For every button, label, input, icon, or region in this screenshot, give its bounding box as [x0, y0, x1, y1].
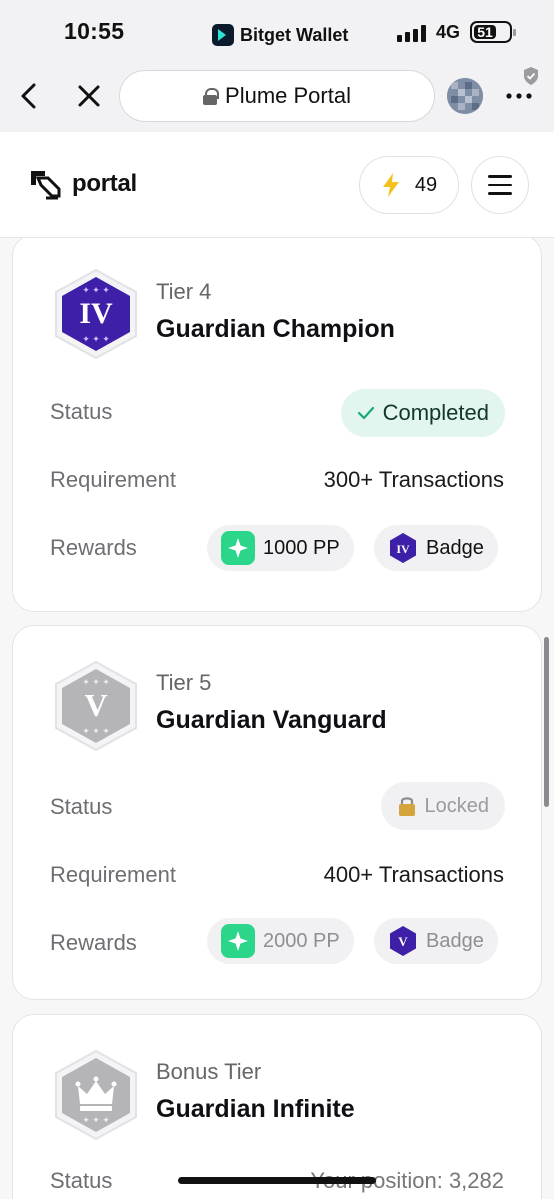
hexagon-badge-icon: IV ✦ ✦ ✦ ✦ ✦ ✦: [55, 268, 137, 360]
tier-card: ✦ ✦ ✦ Bonus Tier Guardian Infinite Statu…: [12, 1014, 542, 1199]
status-text: Completed: [382, 400, 489, 425]
wallet-avatar[interactable]: [447, 78, 483, 114]
mini-badge-icon: V: [390, 926, 416, 956]
svg-text:✦ ✦ ✦: ✦ ✦ ✦: [82, 285, 110, 295]
app-indicator: Bitget Wallet: [212, 23, 348, 47]
lightning-icon: [382, 173, 399, 197]
back-button[interactable]: [14, 78, 44, 114]
battery-level: 51: [474, 25, 496, 39]
status-text: Locked: [424, 794, 490, 817]
svg-text:✦ ✦ ✦: ✦ ✦ ✦: [82, 677, 110, 687]
status-bar: 10:55 Bitget Wallet 4G 51: [0, 0, 554, 62]
plume-points-icon: [221, 531, 255, 565]
reward-badge-pill: V Badge: [374, 918, 498, 964]
pixel-avatar-icon: [447, 78, 483, 114]
close-icon: [78, 85, 100, 107]
hamburger-icon-line: [488, 175, 512, 178]
requirement-value: 400+ Transactions: [323, 862, 504, 887]
close-button[interactable]: [74, 78, 104, 114]
svg-text:✦ ✦ ✦: ✦ ✦ ✦: [82, 726, 110, 736]
reward-badge: Badge: [426, 536, 484, 559]
svg-text:IV: IV: [396, 542, 410, 556]
badge-numeral: IV: [79, 297, 113, 330]
tier-badge: IV ✦ ✦ ✦ ✦ ✦ ✦: [51, 267, 141, 361]
tier-name: Guardian Infinite: [156, 1095, 355, 1123]
plume-points-icon: [221, 924, 255, 958]
more-button[interactable]: [504, 84, 534, 108]
mini-badge-icon: IV: [390, 533, 416, 563]
rewards-label: Rewards: [50, 535, 137, 560]
tier-badge: V ✦ ✦ ✦ ✦ ✦ ✦: [51, 659, 141, 753]
status-label: Status: [50, 794, 113, 819]
reward-points: 2000 PP: [263, 929, 340, 952]
url-bar[interactable]: Plume Portal: [119, 70, 435, 122]
status-badge: Locked: [380, 782, 505, 830]
portal-logo-icon: [31, 171, 61, 200]
tier-name: Guardian Champion: [156, 315, 395, 343]
reward-points-pill: 2000 PP: [207, 918, 354, 964]
more-icon: [506, 93, 532, 99]
chevron-left-icon: [21, 83, 36, 109]
points-count: 49: [414, 173, 438, 196]
tier-label: Tier 5: [156, 670, 212, 695]
clock: 10:55: [64, 18, 125, 44]
app-name: Bitget Wallet: [240, 24, 349, 45]
menu-button[interactable]: [471, 156, 529, 214]
hamburger-icon-line: [488, 183, 512, 187]
hexagon-badge-icon: V ✦ ✦ ✦ ✦ ✦ ✦: [55, 660, 137, 752]
badge-numeral: V: [84, 687, 107, 723]
lock-icon: [398, 797, 415, 816]
tier-label: Bonus Tier: [156, 1059, 262, 1084]
home-indicator[interactable]: [178, 1177, 376, 1184]
scrollbar[interactable]: [544, 637, 549, 807]
rewards-label: Rewards: [50, 930, 137, 955]
svg-text:✦ ✦ ✦: ✦ ✦ ✦: [82, 1115, 110, 1125]
reward-badge: Badge: [426, 929, 484, 952]
reward-points: 1000 PP: [263, 536, 340, 559]
status-badge: Completed: [340, 389, 505, 437]
tier-card: IV ✦ ✦ ✦ ✦ ✦ ✦ Tier 4 Guardian Champion …: [12, 238, 542, 612]
svg-text:V: V: [398, 934, 408, 949]
tier-name: Guardian Vanguard: [156, 706, 387, 734]
url-title: Plume Portal: [225, 83, 351, 108]
portal-logo-text: portal: [72, 170, 137, 197]
hamburger-icon-line: [488, 192, 512, 195]
site-header: portal 49: [0, 132, 554, 238]
reward-points-pill: 1000 PP: [207, 525, 354, 571]
check-icon: [357, 406, 374, 420]
reward-badge-pill: IV Badge: [374, 525, 498, 571]
network-type: 4G: [436, 22, 461, 42]
tier-label: Tier 4: [156, 279, 212, 304]
tier-badge: ✦ ✦ ✦: [51, 1048, 141, 1142]
tier-card: V ✦ ✦ ✦ ✦ ✦ ✦ Tier 5 Guardian Vanguard S…: [12, 625, 542, 1000]
shield-icon: [524, 67, 538, 85]
crown-icon: ✦ ✦ ✦: [55, 1049, 137, 1141]
status-label: Status: [50, 1168, 113, 1193]
svg-text:✦ ✦ ✦: ✦ ✦ ✦: [82, 334, 110, 344]
points-button[interactable]: 49: [359, 156, 459, 214]
browser-toolbar: Plume Portal: [0, 62, 554, 132]
lock-icon: [203, 88, 220, 105]
requirement-label: Requirement: [50, 862, 176, 887]
bitget-logo-icon: [212, 24, 234, 46]
portal-logo[interactable]: portal: [28, 168, 137, 200]
requirement-value: 300+ Transactions: [323, 467, 504, 492]
requirement-label: Requirement: [50, 467, 176, 492]
tiers-list: IV ✦ ✦ ✦ ✦ ✦ ✦ Tier 4 Guardian Champion …: [0, 238, 554, 1199]
status-label: Status: [50, 399, 113, 424]
battery-icon: 51: [470, 21, 516, 43]
signal-icon: [397, 24, 426, 42]
